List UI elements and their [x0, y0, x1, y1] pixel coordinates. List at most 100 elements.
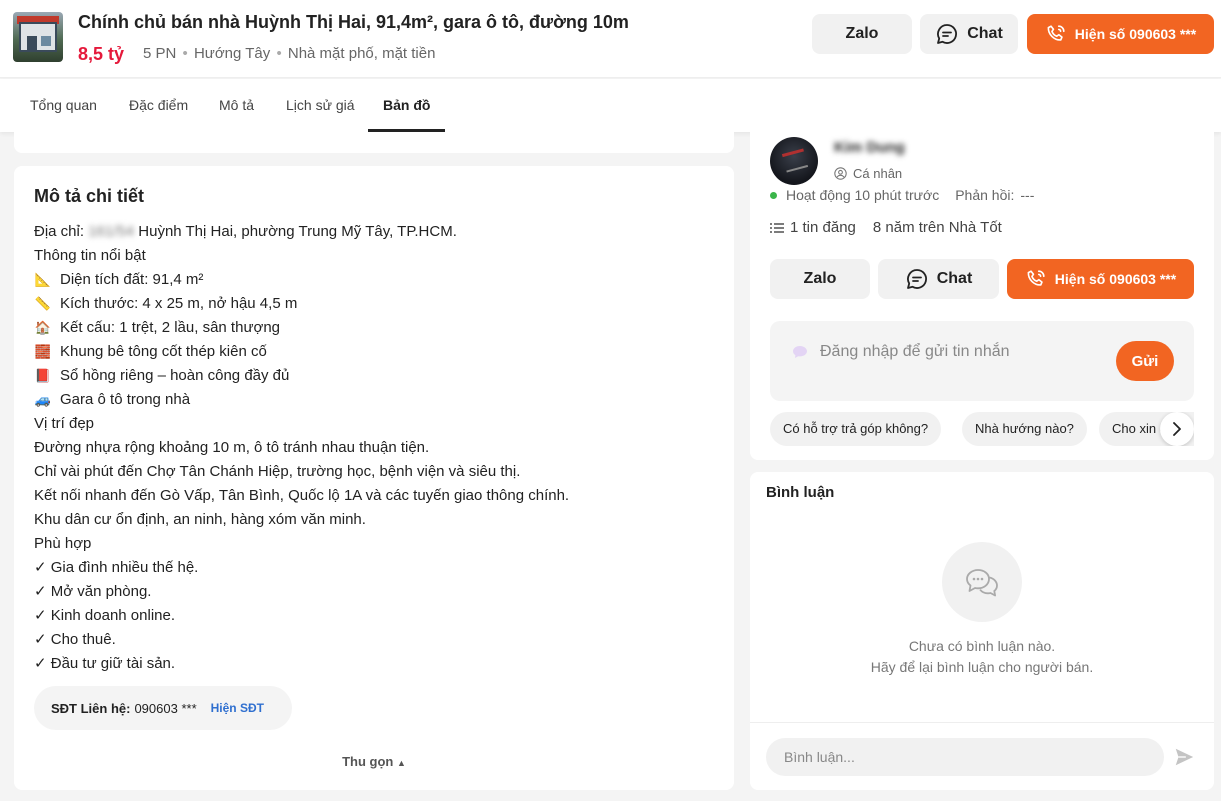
online-dot-icon	[770, 191, 777, 199]
direction: Hướng Tây	[193, 45, 271, 62]
chat-icon	[935, 22, 959, 46]
description-line: 📕 Sổ hồng riêng – hoàn công đầy đủ	[34, 364, 569, 388]
car-icon: 🚙	[34, 392, 52, 407]
listing-thumbnail[interactable]	[13, 12, 63, 62]
description-line: Vị trí đẹp	[34, 415, 95, 432]
empty-line-1: Chưa có bình luận nào.	[908, 638, 1056, 654]
description-line: ✓ Kinh doanh online.	[34, 607, 176, 624]
line-text: Kích thước: 4 x 25 m, nở hậu 4,5 m	[60, 295, 298, 312]
seller-type-label: Cá nhân	[853, 166, 903, 181]
tab-features[interactable]: Đặc điểm	[129, 79, 188, 132]
collapse-label: Thu gọn	[342, 754, 394, 769]
description-line: 🧱 Khung bê tông cốt thép kiên cố	[34, 340, 569, 364]
listing-tabs: Tổng quan Đặc điểm Mô tả Lịch sử giá Bản…	[0, 79, 1221, 132]
quick-reply-chip[interactable]: Có hỗ trợ trả góp không?	[770, 412, 942, 446]
seller-status: Hoạt động 10 phút trước Phản hồi: ---	[770, 187, 1034, 203]
chevron-right-icon[interactable]	[1160, 412, 1194, 446]
zalo-label: Zalo	[803, 270, 837, 287]
listing-title: Chính chủ bán nhà Huỳnh Thị Hai, 91,4m²,…	[78, 12, 629, 32]
line-text: Diện tích đất: 91,4 m²	[60, 271, 204, 288]
address-prefix: Địa chỉ:	[34, 223, 85, 240]
seller-type: Cá nhân	[834, 166, 902, 181]
send-message-button[interactable]: Gửi	[1116, 341, 1174, 381]
listing-count[interactable]: 1 tin đăng	[790, 219, 856, 236]
list-icon	[770, 222, 784, 234]
tab-price-history[interactable]: Lịch sử giá	[286, 79, 355, 132]
chat-label: Chat	[967, 25, 1003, 42]
brick-icon: 🧱	[34, 344, 52, 359]
active-status: Hoạt động 10 phút trước	[786, 187, 940, 203]
seller-zalo-button[interactable]: Zalo	[770, 259, 870, 299]
quick-replies: Có hỗ trợ trả góp không? Nhà hướng nào? …	[770, 412, 1194, 446]
line-text: Khung bê tông cốt thép kiên cố	[60, 343, 267, 360]
description-line: Kết nối nhanh đến Gò Vấp, Tân Bình, Quốc…	[34, 487, 570, 504]
description-card: Mô tả chi tiết Địa chỉ: 161/54 Huỳnh Thị…	[14, 166, 734, 790]
comments-empty-text: Chưa có bình luận nào. Hãy để lại bình l…	[750, 636, 1214, 678]
show-phone-label: Hiện số 090603 ***	[1074, 26, 1197, 42]
separator-dot: •	[276, 45, 282, 62]
description-line: 📏 Kích thước: 4 x 25 m, nở hậu 4,5 m	[34, 292, 569, 316]
chat-label: Chat	[936, 270, 973, 287]
description-line: 🚙 Gara ô tô trong nhà	[34, 388, 569, 412]
address-rest: Huỳnh Thị Hai, phường Trung Mỹ Tây, TP.H…	[138, 223, 457, 240]
description-title: Mô tả chi tiết	[34, 186, 145, 206]
listing-meta: 5 PN • Hướng Tây • Nhà mặt phố, mặt tiền	[143, 45, 435, 62]
zalo-button[interactable]: Zalo	[812, 14, 912, 54]
ruler-triangle-icon: 📐	[34, 272, 52, 287]
divider	[750, 722, 1214, 723]
tab-overview[interactable]: Tổng quan	[30, 79, 97, 132]
person-icon	[834, 167, 847, 180]
description-line: ✓ Đầu tư giữ tài sản.	[34, 655, 176, 672]
contact-phone-pill: SĐT Liên hệ: 090603 *** Hiện SĐT	[34, 686, 292, 730]
ruler-icon: 📏	[34, 296, 52, 311]
seller-name[interactable]: Kim Dung	[834, 139, 905, 156]
seller-show-phone-button[interactable]: Hiện số 090603 ***	[1007, 259, 1194, 299]
address-hidden: 161/54	[88, 223, 135, 240]
description-line: ✓ Mở văn phòng.	[34, 583, 152, 600]
line-text: Kết cấu: 1 trệt, 2 lầu, sân thượng	[60, 319, 281, 336]
listing-price: 8,5 tỷ	[78, 44, 125, 64]
comment-bubble-icon	[942, 542, 1022, 622]
line-text: Gara ô tô trong nhà	[60, 391, 191, 408]
tab-map[interactable]: Bản đồ	[367, 79, 447, 132]
description-line: Đường nhựa rộng khoảng 10 m, ô tô tránh …	[34, 439, 430, 456]
show-phone-button[interactable]: Hiện số 090603 ***	[1027, 14, 1214, 54]
description-line: 📐 Diện tích đất: 91,4 m²	[34, 268, 569, 292]
send-icon[interactable]	[1173, 746, 1195, 773]
seller-stats: 1 tin đăng 8 năm trên Nhà Tốt	[770, 219, 1002, 236]
show-phone-label: Hiện số 090603 ***	[1054, 271, 1177, 287]
comment-input[interactable]	[766, 738, 1164, 776]
seller-card: Kim Dung Cá nhân Hoạt động 10 phút trước…	[750, 132, 1214, 460]
chat-icon	[905, 267, 929, 291]
tab-description[interactable]: Mô tả	[219, 79, 254, 132]
description-line: ✓ Gia đình nhiều thế hệ.	[34, 559, 199, 576]
house-icon: 🏠	[34, 320, 52, 335]
caret-up-icon: ▲	[396, 758, 406, 768]
contact-phone-value: 090603 ***	[134, 700, 197, 716]
description-line: Chỉ vài phút đến Chợ Tân Chánh Hiệp, trư…	[34, 463, 521, 480]
phone-icon	[1045, 23, 1067, 45]
contact-phone-label: SĐT Liên hệ:	[51, 700, 131, 716]
collapse-button[interactable]: Thu gọn ▲	[14, 754, 734, 769]
chat-button[interactable]: Chat	[920, 14, 1018, 54]
avatar[interactable]	[770, 137, 818, 185]
description-line: Phù hợp	[34, 535, 92, 552]
seller-chat-button[interactable]: Chat	[878, 259, 999, 299]
description-line: Thông tin nổi bật	[34, 247, 146, 264]
description-line: 🏠 Kết cấu: 1 trệt, 2 lầu, sân thượng	[34, 316, 569, 340]
speech-bubble-icon	[792, 345, 808, 359]
years-on-platform: 8 năm trên Nhà Tốt	[872, 219, 1002, 236]
zalo-label: Zalo	[845, 25, 879, 42]
previous-card	[14, 132, 734, 153]
description-line: Khu dân cư ổn định, an ninh, hàng xóm vă…	[34, 511, 366, 528]
line-text: Sổ hồng riêng – hoàn công đầy đủ	[60, 367, 290, 384]
description-body: Địa chỉ: 161/54 Huỳnh Thị Hai, phường Tr…	[34, 220, 569, 676]
show-phone-link[interactable]: Hiện SĐT	[211, 701, 264, 715]
description-line: ✓ Cho thuê.	[34, 631, 116, 648]
reply-label: Phản hồi:	[955, 187, 1015, 203]
bedrooms: 5 PN	[143, 45, 177, 62]
separator-dot: •	[182, 45, 188, 62]
quick-reply-chip[interactable]: Nhà hướng nào?	[962, 412, 1087, 446]
message-box[interactable]: Đăng nhập để gửi tin nhắn Gửi	[770, 321, 1194, 401]
address-line: Địa chỉ: 161/54 Huỳnh Thị Hai, phường Tr…	[34, 220, 569, 244]
